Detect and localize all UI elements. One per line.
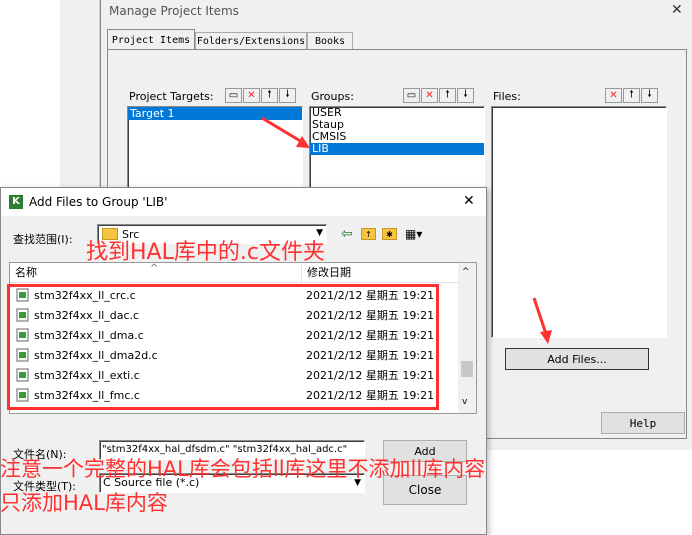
arrow-to-lib-group — [261, 116, 303, 144]
highlight-box — [7, 284, 439, 410]
up-folder-icon[interactable]: ↑ — [361, 228, 376, 240]
new-folder-icon[interactable]: ✱ — [382, 228, 397, 240]
title-bar: K Add Files to Group 'LIB' ✕ — [1, 188, 486, 216]
scroll-down-icon[interactable]: v — [462, 397, 467, 407]
keil-icon: K — [9, 195, 23, 209]
look-in-label: 查找范围(I): — [13, 233, 73, 246]
close-label: Close — [408, 483, 442, 497]
annotation-top: 找到HAL库中的.c文件夹 — [86, 240, 325, 265]
annotation-bottom-line2: 只添加HAL库内容 — [0, 491, 168, 515]
vertical-scrollbar[interactable]: ^ v — [458, 263, 476, 413]
column-header-name[interactable]: 名称 ^ — [10, 263, 302, 283]
close-icon[interactable]: ✕ — [463, 193, 475, 209]
back-icon[interactable]: ⇦ — [341, 226, 353, 242]
column-header-modified[interactable]: 修改日期 — [302, 263, 458, 283]
scroll-thumb[interactable] — [461, 361, 473, 377]
arrow-head-add-files — [540, 330, 552, 344]
col-name-text: 名称 — [15, 266, 37, 279]
annotation-bottom-line1: 注意一个完整的HAL库会包括ll库这里不添加ll库内容 — [0, 457, 486, 481]
view-menu-icon[interactable]: ▦▾ — [405, 227, 422, 241]
arrow-to-add-files — [532, 297, 548, 335]
dialog-title: Add Files to Group 'LIB' — [29, 195, 168, 209]
col-modified-text: 修改日期 — [307, 266, 351, 279]
arrow-head-lib — [296, 136, 310, 148]
scroll-up-icon[interactable]: ^ — [462, 267, 470, 277]
